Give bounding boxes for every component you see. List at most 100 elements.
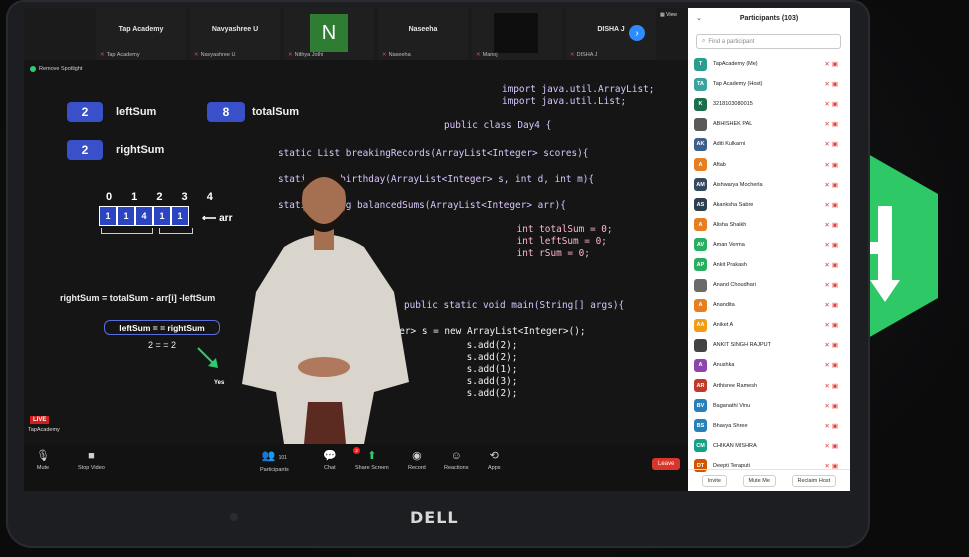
participant-row[interactable]: CM CHIKAN MISHRA ✕▣ [694, 436, 844, 456]
avatar: T [694, 57, 707, 71]
avatar: AA [694, 318, 707, 332]
chat-button[interactable]: 💬 Chat [323, 450, 337, 471]
participant-row[interactable]: TA Tap Academy (Host) ✕▣ [694, 74, 844, 94]
tile-label: ✕ Manoj [476, 52, 498, 58]
participant-row[interactable]: AR Arthisree Ramesh ✕▣ [694, 376, 844, 396]
participants-panel: ⌄ Participants (103) ⌕ Find a participan… [688, 8, 850, 491]
apps-button[interactable]: ⟲ Apps [488, 450, 501, 471]
participant-row[interactable]: AS Akanksha Sabre ✕▣ [694, 195, 844, 215]
participant-row[interactable]: K 3218103080015 ✕▣ [694, 94, 844, 114]
video-tile-strip: Tap Academy ✕ Tap Academy Navyashree U ✕ N… [24, 8, 688, 60]
record-icon: ◉ [412, 450, 422, 462]
code-line: public static void main(String[] args){ [404, 300, 625, 311]
mute-button[interactable]: 🎙 Mute [36, 450, 50, 471]
tile-label: ✕ Tap Academy [100, 52, 140, 58]
tile-label: ✕ Nithya Jothi [288, 52, 324, 58]
tile-label: ✕ Naseeha [382, 52, 411, 58]
array-cell: 1 [117, 206, 135, 226]
view-button[interactable]: ▦ View [660, 12, 677, 18]
mic-muted-icon: ✕ [570, 52, 575, 58]
stop-video-label: Stop Video [78, 465, 105, 471]
mic-video-muted-icon: ✕▣ [824, 121, 840, 129]
participant-row[interactable]: Anand Choudhari ✕▣ [694, 275, 844, 295]
code-line: public class Day4 { [444, 120, 552, 131]
participant-name: Akanksha Sabre [713, 201, 754, 208]
participant-name: Anandita [713, 302, 735, 309]
rightsum-label: rightSum [116, 144, 165, 156]
apps-label: Apps [488, 465, 501, 471]
video-tile[interactable]: N ✕ Nithya Jothi [284, 8, 374, 60]
record-button[interactable]: ◉ Record [408, 450, 426, 471]
mic-muted-icon: ✕ [382, 52, 387, 58]
totalsum-label: totalSum [252, 106, 300, 118]
participant-list: T TapAcademy (Me) ✕▣ TA Tap Academy (Host) ✕▣… [694, 54, 844, 476]
participant-row[interactable]: AA Aniket A ✕▣ [694, 315, 844, 335]
participant-name: 3218103080015 [713, 101, 753, 108]
invite-button[interactable]: Invite [701, 474, 727, 487]
avatar: A [694, 298, 707, 312]
code-line: s.add(2); [444, 388, 518, 399]
avatar: CM [694, 439, 707, 453]
participant-row[interactable]: BS Bhavya Shree ✕▣ [694, 416, 844, 436]
participant-row[interactable]: AM Aishwarya Mocherla ✕▣ [694, 175, 844, 195]
totalsum-value: 8 [207, 102, 245, 122]
laptop-brand-logo: DELL [410, 508, 459, 527]
mic-video-muted-icon: ✕▣ [824, 141, 840, 149]
tile-label: ✕ Navyashree U [194, 52, 236, 58]
participant-row[interactable]: ANKIT SINGH RAJPUT ✕▣ [694, 335, 844, 355]
participant-row[interactable]: AP Ankit Prakash ✕▣ [694, 255, 844, 275]
share-screen-button[interactable]: ⬆ Share Screen [355, 450, 389, 471]
mic-video-muted-icon: ✕▣ [824, 342, 840, 350]
participant-row[interactable]: A Aftab ✕▣ [694, 154, 844, 174]
avatar: AP [694, 258, 707, 272]
participant-name: Anushka [713, 362, 735, 369]
video-tile[interactable]: Tap Academy ✕ Tap Academy [96, 8, 186, 60]
search-placeholder: Find a participant [708, 38, 755, 45]
code-line: int leftSum = 0; [494, 236, 607, 247]
mic-muted-icon: ✕ [194, 52, 199, 58]
mic-video-muted-icon: ✕▣ [824, 302, 840, 310]
channel-brand: TapAcademy [28, 427, 60, 433]
reactions-button[interactable]: ☺ Reactions [444, 450, 468, 471]
participant-name: Alisha Shaikh [713, 221, 747, 228]
video-tile[interactable]: Naseeha ✕ Naseeha [378, 8, 468, 60]
participant-row[interactable]: AK Aditi Kulkarni ✕▣ [694, 134, 844, 154]
stop-video-button[interactable]: ■ Stop Video [78, 450, 105, 471]
participant-row[interactable]: ABHISHEK PAL ✕▣ [694, 114, 844, 134]
mute-label: Mute [36, 465, 50, 471]
leftsum-label: leftSum [116, 106, 157, 118]
reclaim-host-button[interactable]: Reclaim Host [791, 474, 837, 487]
participant-row[interactable]: BV Baganathi Vinu ✕▣ [694, 396, 844, 416]
mute-me-button[interactable]: Mute Me [742, 474, 776, 487]
code-line: import java.util.ArrayList; [502, 84, 655, 95]
participant-row[interactable]: A Alisha Shaikh ✕▣ [694, 215, 844, 235]
mic-video-muted-icon: ✕▣ [824, 241, 840, 249]
remove-spotlight-button[interactable]: Remove Spotlight [30, 66, 82, 72]
participant-name: ANKIT SINGH RAJPUT [713, 342, 771, 349]
left-bracket [101, 228, 153, 234]
video-tile[interactable]: Navyashree U ✕ Navyashree U [190, 8, 280, 60]
participant-row[interactable]: A Anandita ✕▣ [694, 295, 844, 315]
apps-icon: ⟲ [489, 450, 499, 462]
panel-footer: Invite Mute Me Reclaim Host [688, 469, 850, 491]
search-icon: ⌕ [702, 38, 706, 44]
video-camera-icon: ■ [88, 450, 95, 462]
arrow-left-icon: ⟵ [202, 213, 220, 224]
avatar [694, 338, 707, 352]
participants-button[interactable]: 👥 101 Participants [260, 450, 289, 473]
code-line: s.add(1); [444, 364, 518, 375]
chat-label: Chat [324, 465, 336, 471]
tile-avatar: N [310, 14, 348, 52]
leave-button[interactable]: Leave [652, 458, 681, 470]
participant-search-input[interactable]: ⌕ Find a participant [696, 34, 841, 49]
participant-row[interactable]: A Anushka ✕▣ [694, 355, 844, 375]
participant-row[interactable]: T TapAcademy (Me) ✕▣ [694, 54, 844, 74]
participant-row[interactable]: AV Aman Verma ✕▣ [694, 235, 844, 255]
record-label: Record [408, 465, 426, 471]
next-page-button[interactable]: › [629, 25, 645, 41]
participant-name: Baganathi Vinu [713, 402, 751, 409]
video-tile[interactable]: ✕ Manoj [472, 8, 562, 60]
tile-name: Naseeha [408, 26, 438, 33]
mic-muted-icon: ✕ [288, 52, 293, 58]
code-line: import java.util.List; [502, 96, 627, 107]
